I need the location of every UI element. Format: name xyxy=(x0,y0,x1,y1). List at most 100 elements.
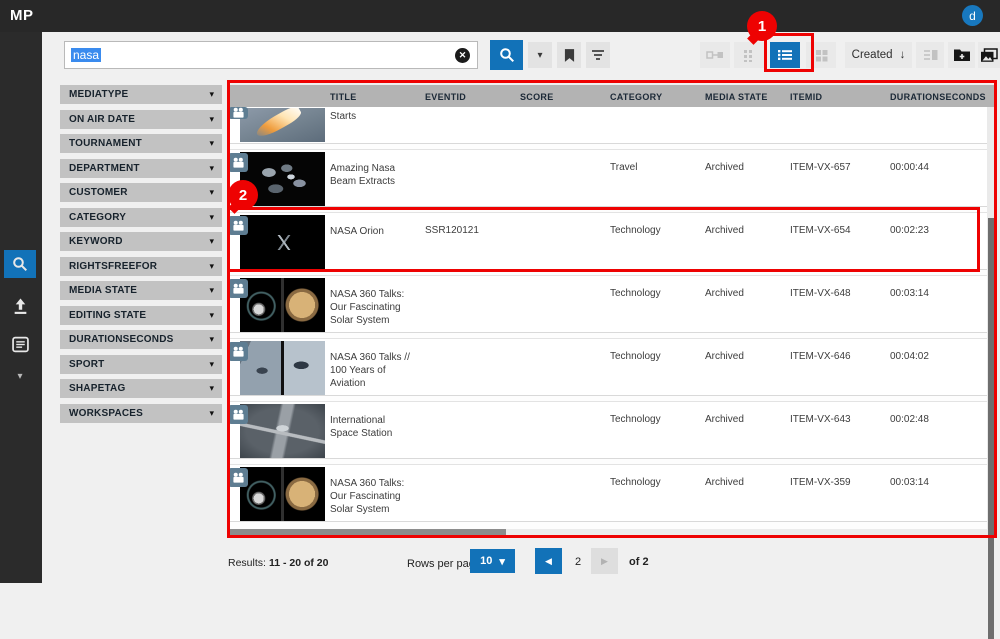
filter-on-air-date[interactable]: ON AIR DATE ▾ xyxy=(60,110,222,129)
user-avatar[interactable]: d xyxy=(962,5,983,26)
row-media-state: Archived xyxy=(705,150,790,206)
rail-expand-caret[interactable]: ▾ xyxy=(4,362,36,390)
row-category: Technology xyxy=(610,213,705,269)
thumbnail-cell xyxy=(228,276,330,332)
column-category[interactable]: CATEGORY xyxy=(610,85,705,107)
row-media-state xyxy=(705,107,790,143)
table-row[interactable]: NASA Orion SSR120121 Technology Archived… xyxy=(228,212,996,270)
row-title: Amazing Nasa Beam Extracts xyxy=(330,150,425,206)
column-durationseconds[interactable]: DURATIONSECONDS xyxy=(890,85,996,107)
thumbnail-cell xyxy=(228,402,330,458)
row-title: NASA Orion xyxy=(330,213,425,269)
next-page-button: ▶ xyxy=(591,548,618,574)
sort-field-label: Created xyxy=(852,49,893,61)
filter-editing-state[interactable]: EDITING STATE ▾ xyxy=(60,306,222,325)
search-icon xyxy=(499,47,515,63)
row-duration: 00:02:48 xyxy=(890,402,996,458)
table-row[interactable]: Amazing Nasa Beam Extracts Travel Archiv… xyxy=(228,149,996,207)
filter-mediatype[interactable]: MEDIATYPE ▾ xyxy=(60,85,222,104)
prev-arrow-icon: ◀ xyxy=(545,556,552,567)
search-input[interactable]: nasa ✕ xyxy=(64,41,478,69)
filter-button[interactable] xyxy=(586,42,610,68)
upload-icon xyxy=(12,298,29,315)
vertical-scrollbar-track[interactable] xyxy=(987,107,995,538)
filter-rightsfreefor[interactable]: RIGHTSFREEFOR ▾ xyxy=(60,257,222,276)
search-button[interactable] xyxy=(490,40,523,70)
row-itemid xyxy=(790,107,890,143)
chevron-down-icon: ▾ xyxy=(17,371,22,382)
rail-upload-button[interactable] xyxy=(4,292,36,320)
row-eventid: SSR120121 xyxy=(425,213,520,269)
filter-department[interactable]: DEPARTMENT ▾ xyxy=(60,159,222,178)
results-count: Results:11 - 20 of 20 xyxy=(228,557,328,569)
horizontal-scrollbar-track[interactable] xyxy=(229,529,995,538)
chevron-down-icon: ▾ xyxy=(209,89,214,100)
chevron-down-icon: ▾ xyxy=(209,163,214,174)
row-category: Technology xyxy=(610,339,705,395)
grid-view-button[interactable] xyxy=(806,42,836,68)
row-media-state: Archived xyxy=(705,213,790,269)
filter-category[interactable]: CATEGORY ▾ xyxy=(60,208,222,227)
filter-media-state[interactable]: MEDIA STATE ▾ xyxy=(60,281,222,300)
column-title[interactable]: TITLE xyxy=(330,85,425,107)
filter-tournament[interactable]: TOURNAMENT ▾ xyxy=(60,134,222,153)
row-media-state: Archived xyxy=(705,276,790,332)
new-collection-button[interactable] xyxy=(948,42,975,68)
thumbnail-view-button[interactable] xyxy=(734,42,764,68)
video-asset-badge-icon xyxy=(228,216,248,235)
column-score[interactable]: SCORE xyxy=(520,85,610,107)
sort-descending-arrow-icon: ↓ xyxy=(900,49,906,61)
filter-customer[interactable]: CUSTOMER ▾ xyxy=(60,183,222,202)
table-row[interactable]: Starts xyxy=(228,107,996,144)
left-rail: ▾ xyxy=(0,32,42,583)
filter-keyword[interactable]: KEYWORD ▾ xyxy=(60,232,222,251)
search-query-text: nasa xyxy=(71,48,101,62)
form-list-icon xyxy=(12,336,29,353)
sort-by-created-button[interactable]: Created ↓ xyxy=(845,42,912,68)
row-itemid: ITEM-VX-359 xyxy=(790,465,890,521)
table-row[interactable]: NASA 360 Talks // 100 Years of Aviation … xyxy=(228,338,996,396)
filter-shapetag[interactable]: SHAPETAG ▾ xyxy=(60,379,222,398)
thumbnail-cell xyxy=(228,339,330,395)
results-label: Results: xyxy=(228,557,266,569)
filter-durationseconds[interactable]: DURATIONSECONDS ▾ xyxy=(60,330,222,349)
row-itemid: ITEM-VX-643 xyxy=(790,402,890,458)
table-body: Starts Amazing Nasa Beam Extracts Travel… xyxy=(228,107,996,522)
row-media-state: Archived xyxy=(705,465,790,521)
column-eventid[interactable]: EVENTID xyxy=(425,85,520,107)
row-title: NASA 360 Talks: Our Fascinating Solar Sy… xyxy=(330,276,425,332)
clear-search-icon[interactable]: ✕ xyxy=(455,48,470,63)
row-category: Travel xyxy=(610,150,705,206)
search-options-dropdown[interactable]: ▾ xyxy=(528,42,552,68)
row-title: NASA 360 Talks // 100 Years of Aviation xyxy=(330,339,425,395)
filter-workspaces[interactable]: WORKSPACES ▾ xyxy=(60,404,222,423)
horizontal-scrollbar-thumb[interactable] xyxy=(229,529,506,538)
row-itemid: ITEM-VX-654 xyxy=(790,213,890,269)
previous-page-button[interactable]: ◀ xyxy=(535,548,562,574)
video-asset-badge-icon xyxy=(228,405,248,424)
column-itemid[interactable]: ITEMID xyxy=(790,85,890,107)
list-view-button[interactable] xyxy=(770,42,800,68)
saved-searches-button[interactable] xyxy=(557,42,581,68)
media-library-button[interactable] xyxy=(978,42,1000,68)
row-eventid xyxy=(425,150,520,206)
row-media-state: Archived xyxy=(705,339,790,395)
rail-forms-button[interactable] xyxy=(4,330,36,358)
row-category: Technology xyxy=(610,276,705,332)
chevron-down-icon: ▾ xyxy=(209,334,214,345)
row-score xyxy=(520,213,610,269)
large-grid-icon xyxy=(815,49,828,62)
rows-per-page-select[interactable]: 10 ▾ xyxy=(470,549,515,573)
column-thumbnail xyxy=(228,85,330,107)
vertical-scrollbar-thumb[interactable] xyxy=(988,218,994,639)
video-thumbnail xyxy=(240,404,325,458)
detail-panel-button xyxy=(916,42,944,68)
table-row[interactable]: NASA 360 Talks: Our Fascinating Solar Sy… xyxy=(228,464,996,522)
table-row[interactable]: International Space Station Technology A… xyxy=(228,401,996,459)
chevron-down-icon: ▾ xyxy=(209,359,214,370)
row-category: Technology xyxy=(610,465,705,521)
column-media-state[interactable]: MEDIA STATE xyxy=(705,85,790,107)
rail-search-button[interactable] xyxy=(4,250,36,278)
filter-sport[interactable]: SPORT ▾ xyxy=(60,355,222,374)
table-row[interactable]: NASA 360 Talks: Our Fascinating Solar Sy… xyxy=(228,275,996,333)
